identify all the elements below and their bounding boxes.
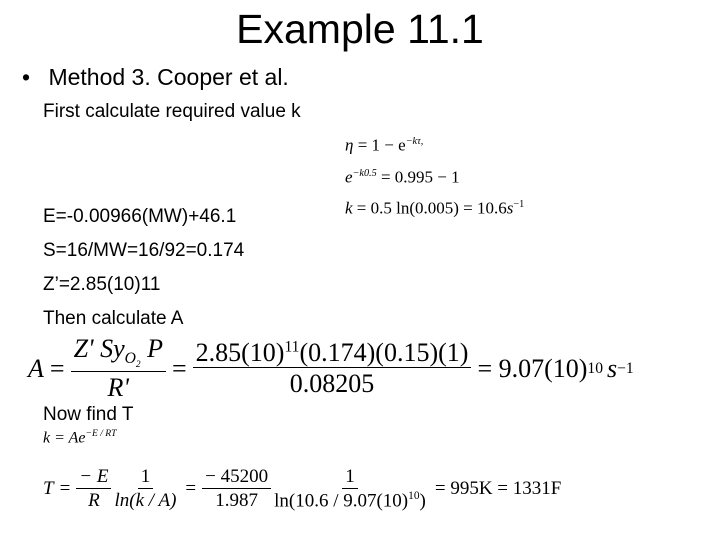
A-fraction-symbolic: Z' SyO2 P R' (70, 334, 166, 405)
eq-efficiency: η = 1 − e−kτ, (345, 135, 424, 155)
bullet-icon: • (22, 64, 31, 90)
line-then: Then calculate A (43, 308, 184, 329)
now-find-text: Now find T (43, 404, 134, 425)
line-energy: E=-0.00966(MW)+46.1 (43, 206, 237, 227)
line-s: S=16/MW=16/92=0.174 (43, 240, 245, 261)
A-fraction-numeric: 2.85(10)11(0.174)(0.15)(1) 0.08205 (192, 338, 472, 401)
line-z: Z’=2.85(10)11 (43, 274, 161, 295)
slide: Example 11.1 • Method 3. Cooper et al. F… (0, 0, 720, 540)
bullet-item: • Method 3. Cooper et al. (22, 64, 289, 91)
intro-text: First calculate required value k (43, 101, 301, 122)
calc-lines: E=-0.00966(MW)+46.1 S=16/MW=16/92=0.174 … (43, 200, 244, 336)
k-equations: η = 1 − e−kτ, e−k0.5 = 0.995 − 1 k = 0.5… (345, 128, 524, 223)
eq-k-value: k = 0.5 ln(0.005) = 10.6s−1 (345, 198, 525, 218)
arrhenius-formula: k = Ae−E / RT (43, 428, 117, 447)
bullet-text: Method 3. Cooper et al. (48, 64, 289, 90)
eq-exponential: e−k0.5 = 0.995 − 1 (345, 167, 460, 187)
slide-title: Example 11.1 (236, 6, 484, 52)
T-equation: T = − ER 1 ln(k / A) = − 45200 1.987 1 ln(10… (43, 466, 562, 512)
A-equation: A = Z' SyO2 P R' = 2.85(10)11(0.174)(0.15… (28, 334, 634, 405)
